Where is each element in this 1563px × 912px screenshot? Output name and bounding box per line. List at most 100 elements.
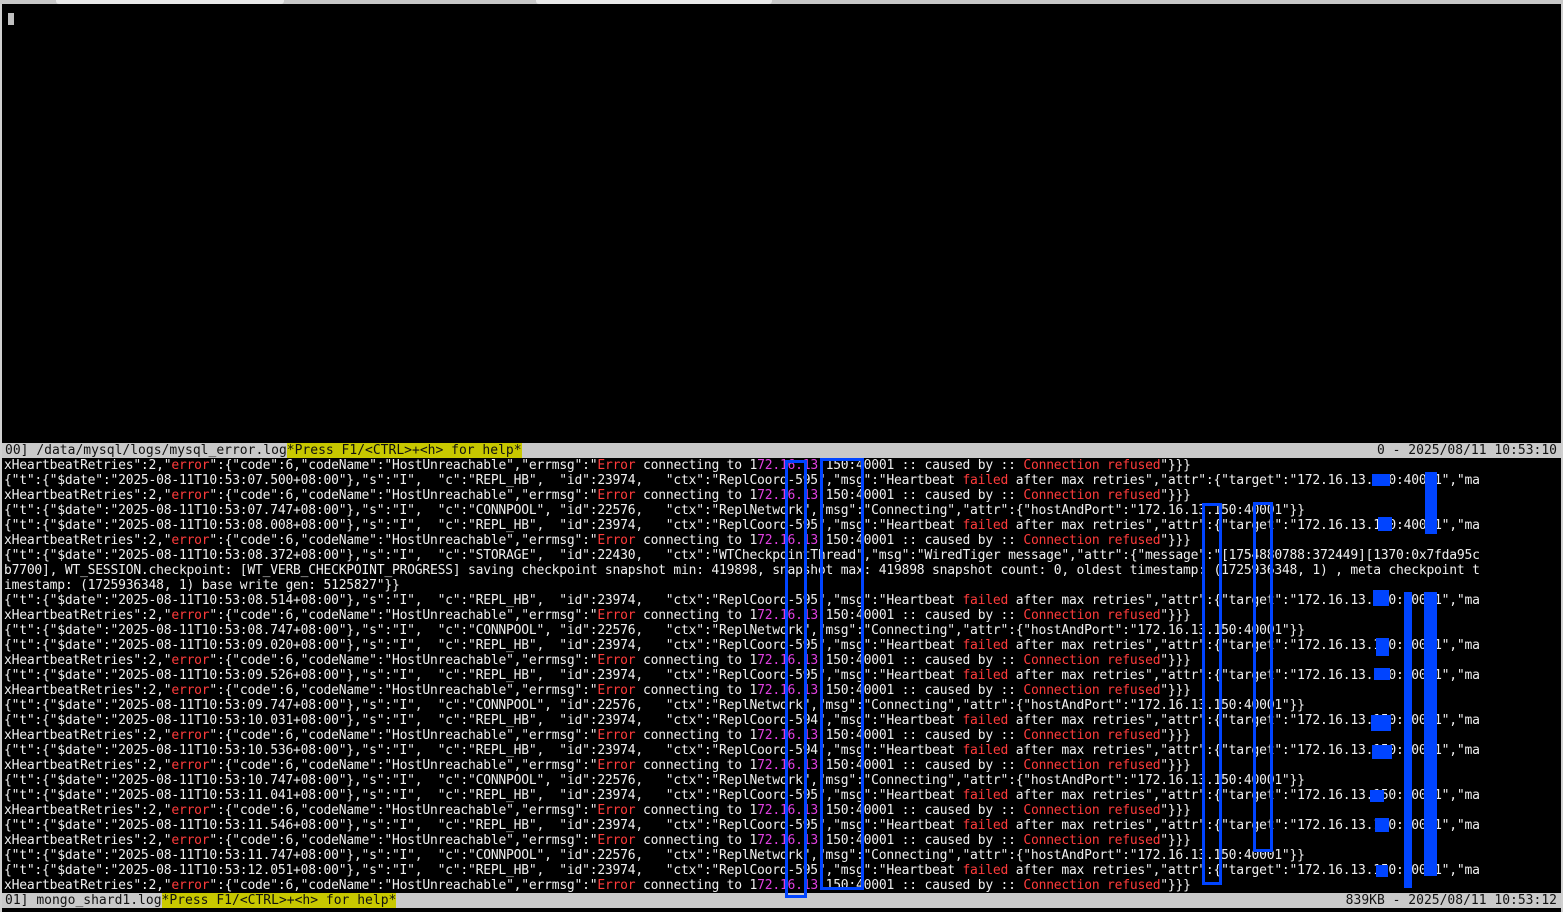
top-pane-content[interactable]	[2, 4, 1561, 444]
log-error-text: error	[171, 758, 210, 773]
log-text: ":{"code":6,"codeName":"HostUnreachable"…	[209, 533, 598, 548]
log-text: connecting to 1	[635, 608, 758, 623]
log-text: ":{"code":6,"codeName":"HostUnreachable"…	[209, 728, 598, 743]
log-line: {"t":{"$date":"2025-08-11T10:53:10.031+0…	[4, 713, 1559, 728]
log-text: xHeartbeatRetries":2,"	[4, 728, 172, 743]
redaction-block	[1374, 668, 1390, 680]
log-line: xHeartbeatRetries":2,"error":{"code":6,"…	[4, 803, 1559, 818]
log-line: {"t":{"$date":"2025-08-11T10:53:08.372+0…	[4, 548, 1559, 563]
log-output[interactable]: xHeartbeatRetries":2,"error":{"code":6,"…	[4, 458, 1559, 893]
log-text: {"t":{"$date":"2025-08-11T10:53:11.041+0…	[4, 788, 963, 803]
log-error-text: Connection refused	[1023, 533, 1161, 548]
log-text: xHeartbeatRetries":2,"	[4, 533, 172, 548]
log-error-text: Error	[597, 803, 636, 818]
redaction-block	[1375, 818, 1389, 832]
redaction-block	[1373, 590, 1389, 606]
file-path: /data/mysql/logs/mysql_error.log	[36, 443, 287, 458]
redaction-block	[1404, 592, 1412, 888]
log-line: xHeartbeatRetries":2,"error":{"code":6,"…	[4, 653, 1559, 668]
log-error-text: error	[171, 683, 210, 698]
log-error-text: Connection refused	[1023, 683, 1161, 698]
redaction-block	[1424, 592, 1437, 876]
log-line: imestamp: (1725936348, 1) base write gen…	[4, 578, 1559, 593]
log-text: {"t":{"$date":"2025-08-11T10:53:10.747+0…	[4, 773, 1305, 788]
log-text: {"t":{"$date":"2025-08-11T10:53:10.031+0…	[4, 713, 963, 728]
log-line: {"t":{"$date":"2025-08-11T10:53:09.020+0…	[4, 638, 1559, 653]
redaction-box	[1202, 503, 1222, 885]
statusbar-left: 00] /data/mysql/logs/mysql_error.log*Pre…	[5, 443, 522, 458]
log-text: "}}}	[1160, 803, 1191, 818]
log-error-text: Error	[597, 683, 636, 698]
redaction-block	[1372, 745, 1392, 759]
redaction-block	[1372, 474, 1390, 486]
log-line: {"t":{"$date":"2025-08-11T10:53:11.546+0…	[4, 818, 1559, 833]
log-line: xHeartbeatRetries":2,"error":{"code":6,"…	[4, 728, 1559, 743]
redaction-block	[1371, 715, 1391, 731]
log-text: "}}}	[1160, 608, 1191, 623]
log-text: ":{"code":6,"codeName":"HostUnreachable"…	[209, 758, 598, 773]
log-error-text: error	[171, 458, 210, 473]
log-error-text: Error	[597, 878, 636, 893]
log-line: {"t":{"$date":"2025-08-11T10:53:07.747+0…	[4, 503, 1559, 518]
log-text: ":{"code":6,"codeName":"HostUnreachable"…	[209, 608, 598, 623]
log-error-text: error	[171, 878, 210, 893]
statusbar-left: 01] mongo_shard1.log*Press F1/<CTRL>+<h>…	[5, 893, 397, 908]
log-error-text: Error	[597, 458, 636, 473]
log-error-text: error	[171, 533, 210, 548]
log-line: {"t":{"$date":"2025-08-11T10:53:09.747+0…	[4, 698, 1559, 713]
pane-label: 01]	[5, 893, 29, 908]
log-text: "}}}	[1160, 683, 1191, 698]
log-line: {"t":{"$date":"2025-08-11T10:53:08.008+0…	[4, 518, 1559, 533]
top-pane-statusbar: 00] /data/mysql/logs/mysql_error.log*Pre…	[2, 443, 1561, 458]
log-line: {"t":{"$date":"2025-08-11T10:53:07.500+0…	[4, 473, 1559, 488]
log-error-text: Connection refused	[1023, 758, 1161, 773]
log-line: {"t":{"$date":"2025-08-11T10:53:09.526+0…	[4, 668, 1559, 683]
log-text: ":{"code":6,"codeName":"HostUnreachable"…	[209, 803, 598, 818]
log-text: {"t":{"$date":"2025-08-11T10:53:10.536+0…	[4, 743, 963, 758]
text-cursor	[8, 13, 14, 25]
log-error-text: failed	[962, 713, 1009, 728]
log-text: {"t":{"$date":"2025-08-11T10:53:11.546+0…	[4, 818, 963, 833]
log-error-text: failed	[962, 593, 1009, 608]
log-error-text: Connection refused	[1023, 833, 1161, 848]
log-text: {"t":{"$date":"2025-08-11T10:53:08.008+0…	[4, 518, 963, 533]
log-error-text: failed	[962, 668, 1009, 683]
log-text: ":{"code":6,"codeName":"HostUnreachable"…	[209, 878, 598, 893]
log-line: {"t":{"$date":"2025-08-11T10:53:10.747+0…	[4, 773, 1559, 788]
log-text: xHeartbeatRetries":2,"	[4, 458, 172, 473]
log-error-text: Connection refused	[1023, 608, 1161, 623]
redaction-block	[1370, 790, 1384, 802]
log-error-text: failed	[962, 863, 1009, 878]
log-text: "}}}	[1160, 488, 1191, 503]
log-error-text: failed	[962, 473, 1009, 488]
log-error-text: failed	[962, 518, 1009, 533]
redaction-block	[1376, 638, 1389, 656]
log-text: "}}}	[1160, 728, 1191, 743]
log-line: {"t":{"$date":"2025-08-11T10:53:08.747+0…	[4, 623, 1559, 638]
file-path: mongo_shard1.log	[36, 893, 162, 908]
log-text: xHeartbeatRetries":2,"	[4, 878, 172, 893]
log-text: {"t":{"$date":"2025-08-11T10:53:09.526+0…	[4, 668, 963, 683]
log-text: "}}}	[1160, 833, 1191, 848]
log-error-text: error	[171, 608, 210, 623]
log-text: "}}}	[1160, 653, 1191, 668]
log-error-text: error	[171, 728, 210, 743]
log-error-text: Error	[597, 653, 636, 668]
log-error-text: error	[171, 833, 210, 848]
log-text: {"t":{"$date":"2025-08-11T10:53:11.747+0…	[4, 848, 1305, 863]
log-line: {"t":{"$date":"2025-08-11T10:53:10.536+0…	[4, 743, 1559, 758]
log-text: connecting to 1	[635, 758, 758, 773]
pane-label: 00]	[5, 443, 29, 458]
log-text: {"t":{"$date":"2025-08-11T10:53:07.747+0…	[4, 503, 1305, 518]
log-text: connecting to 1	[635, 803, 758, 818]
log-text: "}}}	[1160, 878, 1191, 893]
redaction-block	[1376, 865, 1388, 877]
log-text: connecting to 1	[635, 878, 758, 893]
log-error-text: Connection refused	[1023, 803, 1161, 818]
redaction-box	[820, 458, 864, 890]
log-line: xHeartbeatRetries":2,"error":{"code":6,"…	[4, 458, 1559, 473]
log-line: xHeartbeatRetries":2,"error":{"code":6,"…	[4, 878, 1559, 893]
log-text: ":{"code":6,"codeName":"HostUnreachable"…	[209, 458, 598, 473]
log-text: xHeartbeatRetries":2,"	[4, 833, 172, 848]
log-text: connecting to 1	[635, 533, 758, 548]
